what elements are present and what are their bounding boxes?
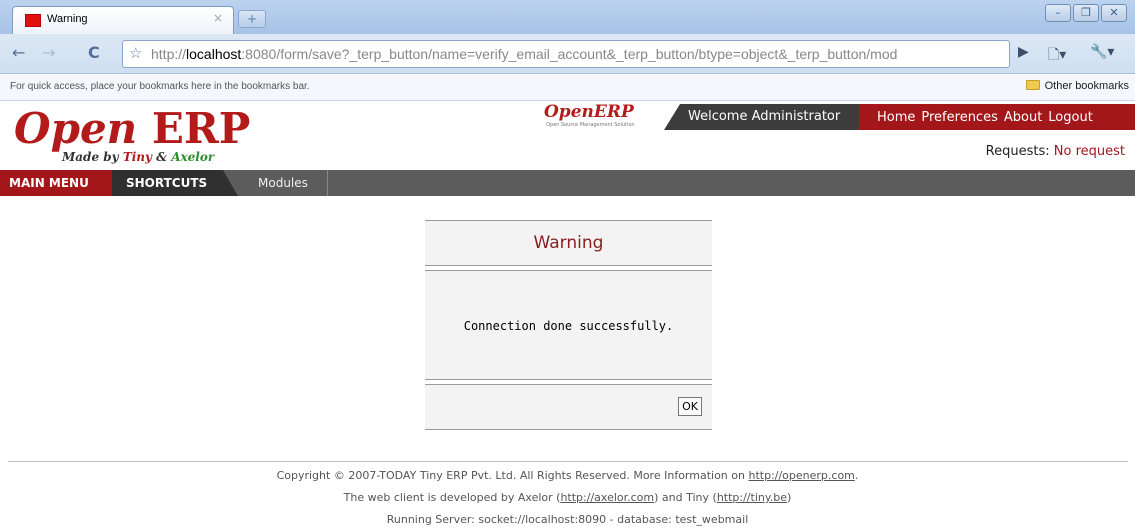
other-bookmarks-button[interactable]: Other bookmarks (1025, 80, 1129, 92)
openerp-logo[interactable]: Open ERP Made by Tiny & Axelor (14, 106, 250, 165)
erp-header: Open ERP Made by Tiny & Axelor OpenERP O… (0, 102, 1135, 170)
bookmarks-bar: For quick access, place your bookmarks h… (0, 75, 1135, 101)
browser-tab[interactable]: Warning × (12, 6, 234, 34)
page-menu-icon[interactable]: 🗋▾ (1048, 44, 1066, 68)
new-tab-button[interactable]: + (238, 10, 266, 28)
welcome-text: Welcome Administrator (664, 104, 859, 130)
top-links: Home Preferences About Logout (859, 104, 1135, 130)
small-openerp-logo: OpenERP (544, 102, 634, 122)
wrench-icon[interactable]: 🔧▾ (1090, 44, 1114, 60)
window-controls: – ❐ ✕ (1045, 4, 1127, 22)
top-bar: OpenERP Open Source Management Solution … (530, 102, 1135, 130)
tab-title: Warning (47, 13, 88, 25)
footer-divider (8, 461, 1128, 462)
dialog-body: Connection done successfully. (425, 270, 712, 380)
url-text[interactable]: http://localhost:8080/form/save?_terp_bu… (151, 46, 1001, 62)
preferences-link[interactable]: Preferences (921, 110, 997, 125)
minimize-button[interactable]: – (1045, 4, 1071, 22)
small-logo-subtitle: Open Source Management Solution (546, 122, 635, 128)
page-footer: Copyright © 2007-TODAY Tiny ERP Pvt. Ltd… (0, 465, 1135, 531)
modules-shortcut[interactable]: Modules (248, 170, 328, 196)
forward-arrow-icon[interactable]: → (42, 43, 55, 62)
dialog-title: Warning (533, 233, 604, 253)
dialog-header: Warning (425, 220, 712, 266)
home-link[interactable]: Home (877, 110, 915, 125)
copyright-line: Copyright © 2007-TODAY Tiny ERP Pvt. Ltd… (276, 469, 859, 482)
about-link[interactable]: About (1004, 110, 1042, 125)
dialog-footer: OK (425, 384, 712, 430)
requests-link[interactable]: No request (1054, 144, 1125, 159)
main-menubar: MAIN MENU SHORTCUTS Modules (0, 170, 1135, 196)
ok-button[interactable]: OK (678, 397, 702, 416)
main-menu-button[interactable]: MAIN MENU (0, 170, 112, 196)
reload-icon[interactable]: C (88, 43, 100, 62)
developer-line: The web client is developed by Axelor (h… (343, 491, 792, 504)
go-arrow-icon[interactable]: ▶ (1018, 44, 1029, 60)
browser-toolbar: ← → C ☆ http://localhost:8080/form/save?… (0, 34, 1135, 74)
server-line: Running Server: socket://localhost:8090 … (386, 513, 749, 526)
address-bar[interactable]: ☆ http://localhost:8080/form/save?_terp_… (122, 40, 1010, 68)
warning-dialog: Warning Connection done successfully. OK (425, 220, 712, 430)
bookmarks-hint: For quick access, place your bookmarks h… (10, 81, 310, 92)
shortcuts-button[interactable]: SHORTCUTS (112, 170, 238, 196)
folder-icon (1025, 80, 1040, 90)
logout-link[interactable]: Logout (1048, 110, 1093, 125)
requests-status: Requests: No request (985, 144, 1125, 159)
bookmark-star-icon[interactable]: ☆ (129, 44, 142, 62)
maximize-button[interactable]: ❐ (1073, 4, 1099, 22)
close-window-button[interactable]: ✕ (1101, 4, 1127, 22)
favicon-icon (25, 14, 41, 27)
openerp-link[interactable]: http://openerp.com (748, 469, 854, 482)
axelor-link[interactable]: http://axelor.com (560, 491, 654, 504)
tab-close-icon[interactable]: × (213, 11, 223, 25)
tiny-link[interactable]: http://tiny.be (717, 491, 787, 504)
back-arrow-icon[interactable]: ← (12, 43, 25, 62)
browser-titlebar: Warning × + – ❐ ✕ (0, 0, 1135, 34)
dialog-message: Connection done successfully. (463, 319, 674, 333)
